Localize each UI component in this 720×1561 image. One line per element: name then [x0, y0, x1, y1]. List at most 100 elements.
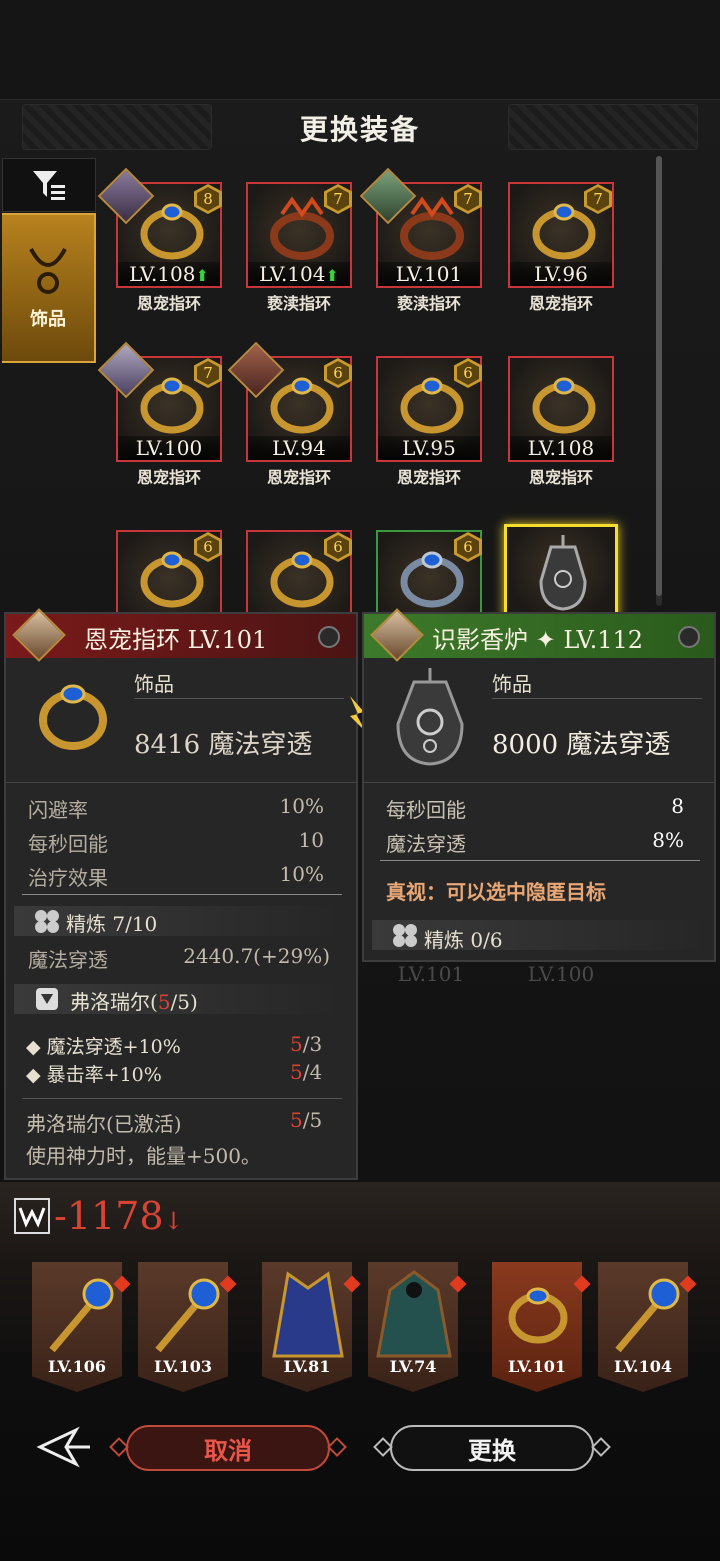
- stat-value: 10%: [279, 862, 324, 886]
- equipped-slot[interactable]: LV.104: [598, 1262, 688, 1392]
- divider: [22, 894, 342, 895]
- stat-name: 每秒回能: [28, 832, 108, 856]
- set-bonus-count: 5/3: [290, 1032, 323, 1056]
- set-name: 弗洛瑞尔(5/5): [70, 990, 198, 1014]
- back-icon[interactable]: [36, 1426, 92, 1468]
- stat-value: 10%: [279, 794, 324, 818]
- divider: [364, 782, 714, 783]
- filter-icon: [33, 171, 65, 200]
- refine-bar: [372, 920, 708, 950]
- stat-name: 魔法穿透: [386, 832, 466, 856]
- new-item-panel: 识影香炉 ✦ LV.112 饰品 8000 魔法穿透 每秒回能 8 魔法穿透 8…: [362, 608, 716, 962]
- necklace-icon: [29, 248, 67, 294]
- cancel-button[interactable]: 取消: [126, 1425, 330, 1471]
- set-icon: [36, 988, 58, 1010]
- set-description: 使用神力时，能量+500。: [26, 1144, 261, 1168]
- item-level: LV.96: [510, 262, 612, 286]
- refine-label: 精炼 7/10: [66, 912, 158, 936]
- item-level: LV.104⬆: [248, 262, 350, 286]
- divider: [380, 860, 700, 861]
- item-name: 亵渎指环: [396, 294, 461, 313]
- censer-icon: [396, 668, 464, 766]
- scrollbar-thumb[interactable]: [656, 156, 662, 596]
- down-arrow-icon: ↓: [163, 1207, 184, 1235]
- item-level: LV.108: [510, 436, 612, 460]
- filter-button[interactable]: [2, 158, 96, 212]
- equipped-slot-active[interactable]: LV.101: [492, 1262, 582, 1392]
- cloak-icon: [376, 1270, 452, 1358]
- lock-icon[interactable]: [678, 626, 700, 648]
- confirm-button[interactable]: 更换: [390, 1425, 594, 1471]
- item-card[interactable]: LV.108: [508, 356, 614, 462]
- item-type: 饰品: [134, 672, 174, 696]
- main-stat: 8416 魔法穿透: [134, 730, 313, 760]
- category-tab-accessory[interactable]: 饰品: [2, 213, 96, 363]
- refine-stat-name: 魔法穿透: [28, 948, 108, 972]
- item-level: LV.94: [248, 436, 350, 460]
- equipped-level: LV.103: [154, 1357, 212, 1376]
- stat-name: 每秒回能: [386, 798, 466, 822]
- staff-icon: [615, 1278, 680, 1353]
- equipped-slot[interactable]: LV.81: [262, 1262, 352, 1392]
- divider: [6, 782, 356, 783]
- power-change: -1178↓: [54, 1194, 184, 1238]
- ring-icon: [39, 684, 107, 750]
- grid-scrollbar[interactable]: [656, 156, 662, 606]
- current-item-panel: 恩宠指环 LV.101 饰品 8416 魔法穿透 闪避率 10% 每秒回能 10…: [4, 608, 358, 1180]
- set-bonus: ◆ 魔法穿透+10%: [26, 1036, 181, 1058]
- stat-name: 闪避率: [28, 798, 88, 822]
- item-card-selected[interactable]: [504, 524, 618, 620]
- item-level: LV.95: [378, 436, 480, 460]
- refine-icon: [393, 924, 417, 947]
- upgrade-arrow-icon: ⬆: [195, 266, 209, 285]
- item-level: LV.108⬆: [118, 262, 220, 286]
- ring-icon: [508, 1287, 568, 1344]
- divider: [22, 1098, 342, 1099]
- stat-value: 8: [671, 794, 684, 818]
- faded-item-level: LV.100: [527, 962, 595, 986]
- sparkle-icon: ✦: [535, 626, 556, 654]
- censer-icon: [539, 535, 587, 611]
- divider: [134, 698, 344, 699]
- equipped-level: LV.101: [508, 1357, 566, 1376]
- item-name: 恩宠指环: [136, 468, 201, 487]
- page-title: 更换装备: [299, 113, 420, 146]
- main-stat: 8000 魔法穿透: [492, 730, 671, 760]
- item-name: 恩宠指环: [266, 468, 331, 487]
- item-level: LV.101: [378, 262, 480, 286]
- power-icon: [14, 1198, 50, 1234]
- faded-item-level: LV.101: [397, 962, 465, 986]
- top-frame: [0, 0, 720, 100]
- refine-icon: [35, 910, 59, 933]
- stat-value: 8%: [652, 828, 684, 852]
- item-name: 恩宠指环: [528, 294, 593, 313]
- stat-name: 治疗效果: [28, 866, 108, 890]
- robe-icon: [272, 1271, 344, 1358]
- panel-title: 识影香炉 ✦ LV.112: [432, 626, 644, 654]
- staff-icon: [155, 1278, 220, 1353]
- equipped-slot[interactable]: LV.106: [32, 1262, 122, 1392]
- equipped-level: LV.106: [48, 1357, 106, 1376]
- set-active-label: 弗洛瑞尔(已激活): [26, 1112, 182, 1136]
- stat-value: 10: [298, 828, 324, 852]
- item-level: LV.100: [118, 436, 220, 460]
- upgrade-arrow-icon: ⬆: [325, 266, 339, 285]
- equipped-slot[interactable]: LV.103: [138, 1262, 228, 1392]
- equipped-level: LV.81: [283, 1357, 331, 1376]
- refine-bar: [14, 906, 344, 936]
- equipped-slot[interactable]: LV.74: [368, 1262, 458, 1392]
- set-active-count: 5/5: [290, 1108, 323, 1132]
- set-bonus-count: 5/4: [290, 1060, 323, 1084]
- divider: [492, 698, 702, 699]
- item-type: 饰品: [492, 672, 532, 696]
- item-name: 恩宠指环: [136, 294, 201, 313]
- panel-title: 恩宠指环 LV.101: [84, 626, 268, 654]
- refine-stat-value: 2440.7(+29%): [183, 944, 330, 968]
- item-name: 亵渎指环: [266, 294, 331, 313]
- lock-icon[interactable]: [318, 626, 340, 648]
- item-name: 恩宠指环: [396, 468, 461, 487]
- special-effect: 真视：可以选中隐匿目标: [386, 880, 606, 904]
- equipped-level: LV.104: [614, 1357, 672, 1376]
- set-bonus: ◆ 暴击率+10%: [26, 1064, 162, 1086]
- item-name: 恩宠指环: [528, 468, 593, 487]
